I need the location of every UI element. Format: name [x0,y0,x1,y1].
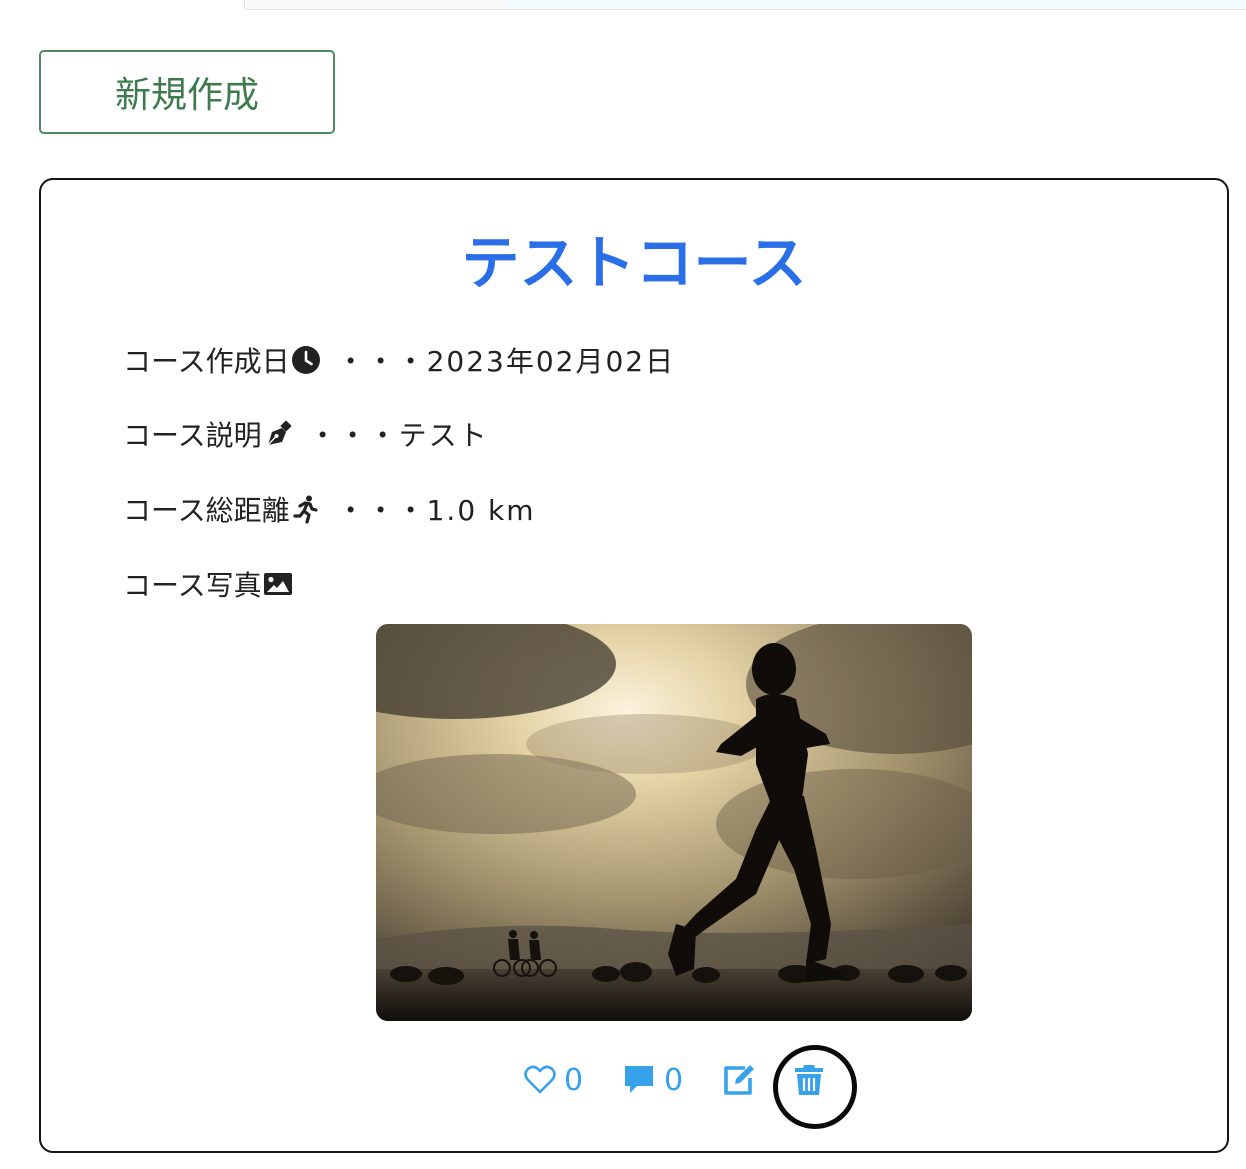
pen-nib-icon [263,419,293,449]
distance-value: ・・・1.0 km [336,494,536,527]
created-row: コース作成日 ・・・2023年02月02日 [123,340,675,380]
distance-label: コース総距離 [123,494,290,527]
heart-outline-icon [524,1065,556,1094]
comment-button[interactable]: 0 [622,1050,683,1110]
created-label: コース作成日 [123,345,290,378]
like-button[interactable]: 0 [524,1050,583,1110]
edit-button[interactable] [721,1050,757,1110]
comment-icon [625,1066,653,1093]
running-person-icon [291,494,321,524]
course-card: テストコース コース作成日 ・・・2023年02月02日 コース説明 ・・・テス… [39,178,1229,1153]
course-actions: 0 0 [41,1045,1227,1129]
description-row: コース説明 ・・・テスト [123,414,489,454]
course-photo [376,624,972,1021]
new-course-button[interactable]: 新規作成 [39,50,335,134]
delete-button[interactable] [793,1050,825,1110]
image-icon [263,569,293,599]
created-value: ・・・2023年02月02日 [336,345,676,378]
edit-icon [724,1065,754,1095]
distance-row: コース総距離 ・・・1.0 km [123,489,536,529]
photo-label: コース写真 [123,569,262,602]
clock-icon [291,345,321,375]
description-value: ・・・テスト [308,419,489,452]
course-title[interactable]: テストコース [41,216,1227,300]
trash-icon [795,1065,823,1095]
photo-row: コース写真 [123,564,295,604]
comment-count: 0 [664,1062,684,1098]
like-count: 0 [564,1062,584,1098]
description-label: コース説明 [123,419,262,452]
top-bar [244,0,1246,10]
